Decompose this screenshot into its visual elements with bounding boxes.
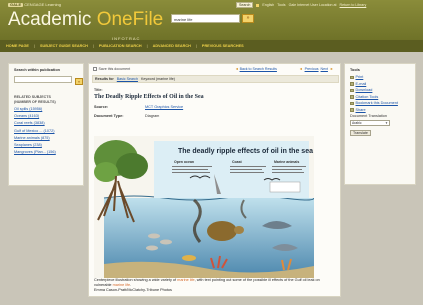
illus-inset bbox=[269, 181, 301, 193]
related-subjects: RELATED SUBJECTS (NUMBER OF RESULTS) Oil… bbox=[9, 85, 83, 156]
tools-heading: Tools bbox=[350, 68, 360, 72]
results-for-label: Results for bbox=[95, 77, 114, 81]
utility-go-icon[interactable] bbox=[256, 3, 260, 7]
title-label: Title: bbox=[94, 88, 103, 92]
next-arrow-icon[interactable]: ► bbox=[330, 67, 334, 71]
back-label: Back to Search Results bbox=[239, 67, 277, 71]
nav-advanced-search[interactable]: ADVANCED SEARCH bbox=[153, 44, 191, 48]
nav-separator: | bbox=[92, 44, 94, 48]
next-link[interactable]: Next bbox=[321, 67, 328, 71]
left-sidebar: Search within publication » RELATED SUBJ… bbox=[8, 63, 84, 186]
search-within-input[interactable] bbox=[14, 76, 72, 83]
translation-label: Document Translation bbox=[350, 114, 387, 118]
bookmark-label: Bookmark this Document bbox=[355, 101, 398, 106]
main-nav: HOME PAGE | SUBJECT GUIDE SEARCH | PUBLI… bbox=[0, 40, 423, 52]
caption-pre: Centerpiece illustration showing a wide … bbox=[94, 278, 178, 282]
bookmark-icon bbox=[350, 101, 354, 105]
illus-col2: Coast bbox=[232, 160, 243, 164]
caption-post: . bbox=[130, 283, 132, 287]
utility-search-box[interactable]: Search bbox=[236, 2, 254, 8]
utility-tools-link[interactable]: Tools bbox=[277, 3, 285, 7]
back-to-results-link[interactable]: ◄ Back to Search Results bbox=[235, 67, 277, 71]
related-item[interactable]: Oceans (4163) bbox=[14, 113, 78, 120]
save-checkbox[interactable] bbox=[93, 67, 97, 71]
save-document-row[interactable]: Save this document bbox=[93, 67, 130, 71]
document-panel: Save this document ◄ Back to Search Resu… bbox=[88, 63, 341, 297]
search-within-label: Search within publication bbox=[14, 68, 60, 72]
illus-heading: The deadly ripple effects of oil in the … bbox=[178, 148, 313, 155]
doctype-value: Diagram bbox=[145, 114, 160, 118]
back-arrow-icon: ◄ bbox=[235, 67, 239, 71]
app-header: GALE CENGAGE Learning Academic OneFile I… bbox=[0, 0, 423, 42]
nav-subject-guide[interactable]: SUBJECT GUIDE SEARCH bbox=[40, 44, 88, 48]
illus-col1: Open ocean bbox=[174, 160, 194, 164]
related-item[interactable]: Mangroves (Plan... (156) bbox=[14, 149, 78, 156]
related-item[interactable]: Marine animals (875) bbox=[14, 135, 78, 142]
related-item[interactable]: Coral reefs (3838) bbox=[14, 120, 78, 127]
gale-logo: GALE CENGAGE Learning bbox=[8, 3, 61, 7]
basic-search-link[interactable]: Basic Search bbox=[117, 77, 138, 81]
top-search-button[interactable]: » bbox=[242, 14, 254, 23]
related-item[interactable]: Seaplanes (238) bbox=[14, 142, 78, 149]
top-search-input[interactable]: marine life bbox=[171, 14, 240, 23]
caption-credit: Emma Cason-Pratt/McClatchy-Tribune Photo… bbox=[94, 288, 172, 292]
gale-tagline: CENGAGE Learning bbox=[24, 2, 61, 7]
email-icon bbox=[350, 82, 354, 86]
tools-panel: Tools Print E-mail Download Citation Too… bbox=[344, 63, 416, 185]
oil-sea-illustration[interactable]: The deadly ripple effects of oil in the … bbox=[94, 136, 314, 278]
utility-english-link[interactable]: English bbox=[262, 3, 274, 7]
nav-publication-search[interactable]: PUBLICATION SEARCH bbox=[99, 44, 142, 48]
nav-separator: | bbox=[33, 44, 35, 48]
previous-arrow-icon[interactable]: ◄ bbox=[299, 67, 303, 71]
related-item[interactable]: Oil spills (15956) bbox=[14, 106, 78, 113]
citation-icon bbox=[350, 95, 354, 99]
translate-button[interactable]: Translate bbox=[350, 130, 371, 136]
email-label: E-mail bbox=[355, 81, 367, 86]
previous-link[interactable]: Previous bbox=[305, 67, 319, 71]
app-title[interactable]: Academic OneFile INFOTRAC bbox=[8, 9, 164, 42]
source-label: Source: bbox=[94, 105, 109, 109]
share-label: Share bbox=[355, 107, 366, 112]
illus-col3: Marine animals bbox=[274, 160, 299, 164]
app-title-main: Academic bbox=[8, 9, 97, 30]
caption-highlight-2: marine life bbox=[112, 283, 131, 287]
download-icon bbox=[350, 88, 354, 92]
share-tool[interactable]: Share bbox=[345, 107, 415, 114]
related-heading: RELATED SUBJECTS bbox=[14, 95, 51, 99]
article-title: The Deadly Ripple Effects of Oil in the … bbox=[94, 94, 204, 100]
search-within-button[interactable]: » bbox=[75, 78, 83, 85]
download-label: Download bbox=[355, 88, 373, 93]
results-for-bar: Results for Basic Search Keyword (marine… bbox=[92, 75, 339, 83]
language-value: Arabic bbox=[352, 121, 362, 125]
citation-label: Citation Tools bbox=[355, 94, 379, 99]
nav-previous-searches[interactable]: PREVIOUS SEARCHES bbox=[202, 44, 244, 48]
utility-bar: Search English Tools Gale Internet User … bbox=[236, 2, 366, 8]
image-caption: Centerpiece illustration showing a wide … bbox=[94, 278, 337, 293]
gale-badge: GALE bbox=[8, 2, 24, 7]
nav-separator: | bbox=[195, 44, 197, 48]
related-subheading: (NUMBER OF RESULTS) bbox=[14, 100, 56, 104]
language-select[interactable]: Arabic ▼ bbox=[350, 120, 390, 126]
utility-location-text: Gale Internet User Location at bbox=[288, 3, 337, 7]
nav-home[interactable]: HOME PAGE bbox=[6, 44, 29, 48]
results-query: Keyword (marine life) bbox=[140, 77, 175, 81]
chevron-down-icon: ▼ bbox=[385, 121, 388, 125]
caption-highlight-1: marine life bbox=[177, 278, 195, 282]
share-icon bbox=[350, 108, 354, 112]
app-title-accent: OneFile bbox=[96, 9, 164, 30]
related-item[interactable]: Gulf of Mexico ... (1072) bbox=[14, 128, 78, 135]
pager: ◄ Previous Next ► bbox=[299, 67, 334, 71]
save-label: Save this document bbox=[98, 67, 131, 71]
doctype-label: Document Type: bbox=[94, 114, 124, 118]
utility-return-link[interactable]: Return to Library bbox=[340, 3, 367, 7]
nav-separator: | bbox=[146, 44, 148, 48]
print-label: Print bbox=[355, 75, 364, 80]
source-link[interactable]: MCT Graphics Service bbox=[145, 105, 183, 109]
print-icon bbox=[350, 75, 354, 79]
